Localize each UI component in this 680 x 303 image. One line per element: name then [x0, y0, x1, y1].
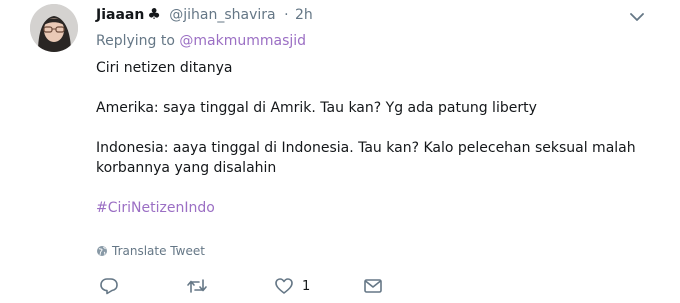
like-count: 1: [302, 278, 311, 294]
tweet-header: Jiaaan ♣ @jihan_shavira · 2h: [96, 5, 313, 24]
like-icon: [275, 278, 293, 294]
tweet: Jiaaan ♣ @jihan_shavira · 2h Replying to …: [0, 0, 680, 303]
tweet-line: Ciri netizen ditanya: [96, 60, 233, 76]
tweet-line: korbannya yang disalahin: [96, 160, 277, 176]
message-icon: [364, 279, 382, 293]
timestamp[interactable]: 2h: [295, 7, 313, 23]
time-separator: ·: [284, 7, 289, 23]
retweet-button[interactable]: [186, 277, 208, 295]
avatar[interactable]: [30, 4, 78, 52]
reply-mention-link[interactable]: @makmummasjid: [179, 33, 306, 49]
replying-to-label: Replying to: [96, 33, 175, 49]
replying-to: Replying to @makmummasjid: [96, 33, 306, 49]
translate-tweet-link[interactable]: Translate Tweet: [96, 244, 205, 258]
club-icon: ♣: [147, 5, 161, 23]
username[interactable]: @jihan_shavira: [169, 7, 275, 23]
like-button[interactable]: 1: [274, 277, 310, 295]
hashtag-link[interactable]: #CiriNetizenIndo: [96, 200, 215, 216]
reply-icon: [100, 278, 118, 295]
retweet-icon: [187, 279, 207, 293]
tweet-text: Ciri netizen ditanya Amerika: saya tingg…: [96, 58, 656, 218]
display-name[interactable]: Jiaaan: [96, 7, 144, 23]
translate-label: Translate Tweet: [112, 244, 205, 258]
tweet-line: Amerika: saya tinggal di Amrik. Tau kan?…: [96, 100, 537, 116]
tweet-actions: 1: [96, 277, 396, 299]
chevron-down-icon[interactable]: [630, 12, 644, 22]
tweet-line: Indonesia: aaya tinggal di Indonesia. Ta…: [96, 140, 636, 156]
globe-icon: [97, 246, 107, 256]
reply-button[interactable]: [99, 277, 119, 295]
direct-message-button[interactable]: [363, 277, 383, 295]
